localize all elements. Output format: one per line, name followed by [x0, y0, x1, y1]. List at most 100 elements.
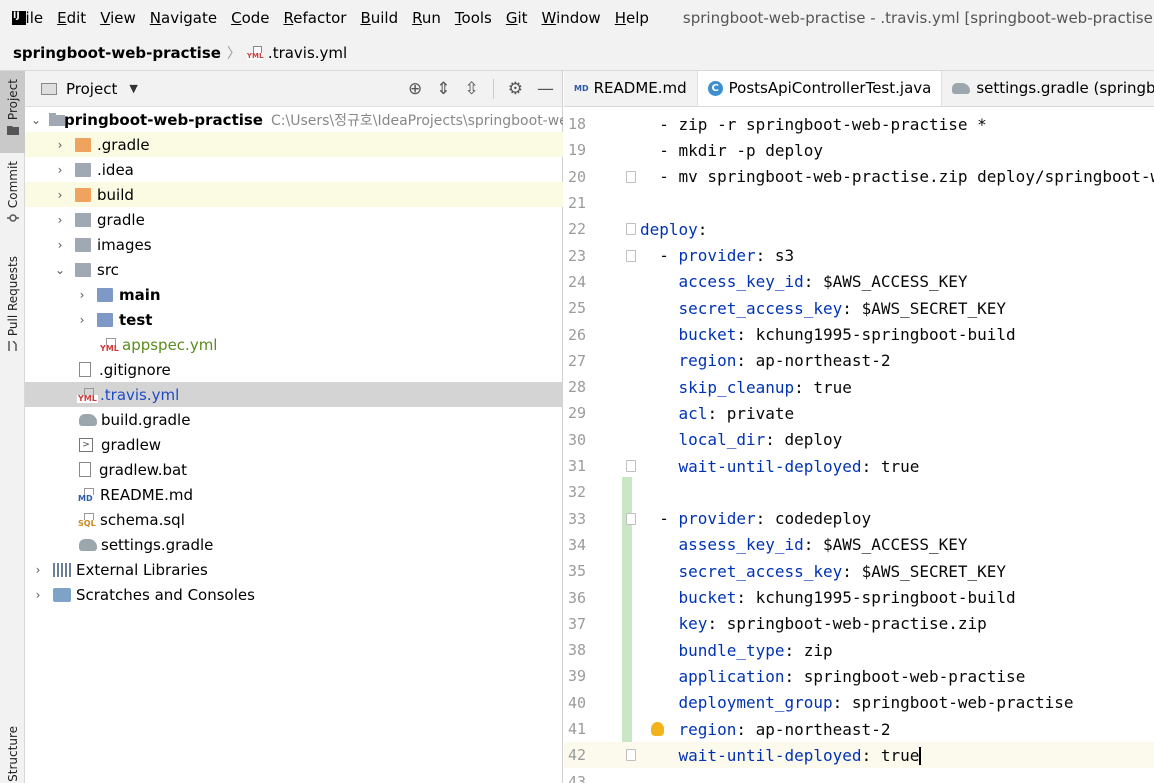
chevron-right-icon[interactable]: › — [53, 188, 67, 202]
tree-row[interactable]: › External Libraries — [25, 557, 563, 582]
menu-window[interactable]: Window — [542, 9, 601, 27]
tab-label: README.md — [593, 79, 687, 97]
tab-settings-gradle[interactable]: settings.gradle (springboot-web-practise… — [942, 71, 1154, 106]
yml-file-icon: YML — [77, 387, 98, 403]
menu-navigate[interactable]: Navigate — [150, 9, 217, 27]
collapse-all-icon[interactable]: ⇳ — [465, 79, 479, 99]
tree-row[interactable]: YML appspec.yml — [25, 332, 563, 357]
tree-row[interactable]: › Scratches and Consoles — [25, 582, 563, 607]
tool-window-project-button[interactable]: Project — [0, 71, 25, 153]
yaml-value: : true — [861, 456, 920, 476]
yml-file-icon: YML — [99, 337, 120, 353]
menu-edit[interactable]: Edit — [57, 9, 86, 27]
line-number: 38 — [568, 641, 587, 660]
tree-row[interactable]: › gradle — [25, 207, 563, 232]
line-number: 40 — [568, 693, 587, 712]
yaml-value: : — [697, 219, 708, 239]
tree-row[interactable]: gradlew.bat — [25, 457, 563, 482]
scratches-icon — [53, 587, 71, 602]
yaml-value: : springboot-web-practise — [784, 666, 1026, 686]
chevron-down-icon[interactable]: ⌄ — [53, 263, 67, 277]
yaml-value: : $AWS_ACCESS_KEY — [803, 535, 968, 555]
fold-marker-icon[interactable] — [626, 249, 636, 262]
line-number: 35 — [568, 562, 587, 581]
tree-row[interactable]: › test — [25, 307, 563, 332]
menu-tools[interactable]: Tools — [455, 9, 492, 27]
fold-marker-icon[interactable] — [626, 459, 636, 472]
tree-item-label: gradle — [97, 210, 145, 229]
chevron-right-icon[interactable]: › — [75, 313, 89, 327]
chevron-right-icon[interactable]: › — [75, 288, 89, 302]
tree-row-root[interactable]: ⌄ springboot-web-practise C:\Users\정규호\I… — [25, 107, 563, 132]
code-line: 38 bundle_type: zip — [564, 637, 1154, 663]
expand-all-icon[interactable]: ⇕ — [436, 79, 450, 99]
lightbulb-icon[interactable] — [651, 721, 664, 736]
chevron-down-icon[interactable]: ⌄ — [31, 113, 41, 127]
chevron-right-icon[interactable]: › — [53, 213, 67, 227]
minimize-icon[interactable]: — — [537, 79, 554, 99]
fold-marker-icon[interactable] — [626, 749, 636, 762]
line-number: 41 — [568, 720, 587, 739]
yaml-value: : true — [794, 377, 852, 397]
chevron-right-icon[interactable]: › — [31, 588, 45, 602]
project-panel-toolbar: ⊕ ⇕ ⇳ ⚙ — — [408, 71, 554, 107]
tree-row[interactable]: .gitignore — [25, 357, 563, 382]
tree-row[interactable]: › .gradle — [25, 132, 563, 157]
code-line: 25 secret_access_key: $AWS_SECRET_KEY — [564, 295, 1154, 321]
code-area[interactable]: 18 - zip -r springboot-web-practise * 19 … — [564, 108, 1154, 783]
folder-icon — [75, 262, 91, 277]
menu-run[interactable]: Run — [412, 9, 441, 27]
line-number: 37 — [568, 614, 587, 633]
ignore-file-icon — [79, 362, 91, 377]
tree-row[interactable]: SQL schema.sql — [25, 507, 563, 532]
yaml-key: wait-until-deployed — [678, 745, 862, 765]
breadcrumb-file[interactable]: YML .travis.yml — [246, 44, 347, 62]
menu-git[interactable]: Git — [506, 9, 528, 27]
tree-row[interactable]: › .idea — [25, 157, 563, 182]
tree-row[interactable]: › main — [25, 282, 563, 307]
chevron-right-icon[interactable]: › — [53, 163, 67, 177]
fold-marker-icon[interactable] — [626, 223, 636, 236]
locate-file-icon[interactable]: ⊕ — [408, 79, 422, 99]
yaml-key: deploy — [640, 219, 698, 239]
tool-window-pull-requests-button[interactable]: Pull Requests — [0, 256, 25, 366]
tree-row[interactable]: settings.gradle — [25, 532, 563, 557]
tree-row[interactable]: MD README.md — [25, 482, 563, 507]
line-number: 29 — [568, 404, 587, 423]
chevron-right-icon[interactable]: › — [53, 238, 67, 252]
tool-window-commit-button[interactable]: Commit — [0, 161, 25, 231]
tree-row[interactable]: › build — [25, 182, 563, 207]
tree-row[interactable]: > gradlew — [25, 432, 563, 457]
menu-refactor[interactable]: Refactor — [284, 9, 347, 27]
chevron-right-icon[interactable]: › — [31, 563, 45, 577]
menu-help[interactable]: Help — [615, 9, 649, 27]
tool-window-structure-button[interactable]: Structure — [0, 726, 25, 783]
breadcrumb-project[interactable]: springboot-web-practise — [13, 44, 221, 62]
tree-row[interactable]: build.gradle — [25, 407, 563, 432]
tab-posts-api-controller-test[interactable]: C PostsApiControllerTest.java — [697, 71, 943, 106]
chevron-down-icon[interactable]: ▼ — [129, 82, 137, 95]
yaml-key: bundle_type — [678, 640, 785, 660]
tree-row[interactable]: › images — [25, 232, 563, 257]
menu-code[interactable]: Code — [231, 9, 269, 27]
gear-icon[interactable]: ⚙ — [508, 79, 523, 99]
fold-marker-icon[interactable] — [626, 512, 636, 525]
code-text: wait-until-deployed: true — [640, 456, 920, 476]
project-view-selector[interactable]: Project — [66, 80, 117, 98]
line-number: 19 — [568, 141, 587, 160]
tree-item-label: gradlew — [101, 435, 162, 454]
tool-window-commit-label: Commit — [5, 161, 20, 209]
yaml-value: : true — [861, 745, 920, 765]
yml-file-icon: YML — [246, 46, 265, 60]
menu-view[interactable]: View — [100, 9, 136, 27]
menu-build[interactable]: Build — [360, 9, 398, 27]
tab-readme[interactable]: MD README.md — [564, 71, 698, 106]
tree-row[interactable]: ⌄ src — [25, 257, 563, 282]
code-line: 33 - provider: codedeploy — [564, 506, 1154, 532]
menu-bar: IJ File Edit View Navigate Code Refactor… — [0, 0, 1154, 36]
tree-row-selected[interactable]: YML .travis.yml — [25, 382, 563, 407]
code-text: acl: private — [640, 404, 795, 423]
fold-marker-icon[interactable] — [626, 170, 636, 183]
chevron-right-icon[interactable]: › — [53, 138, 67, 152]
